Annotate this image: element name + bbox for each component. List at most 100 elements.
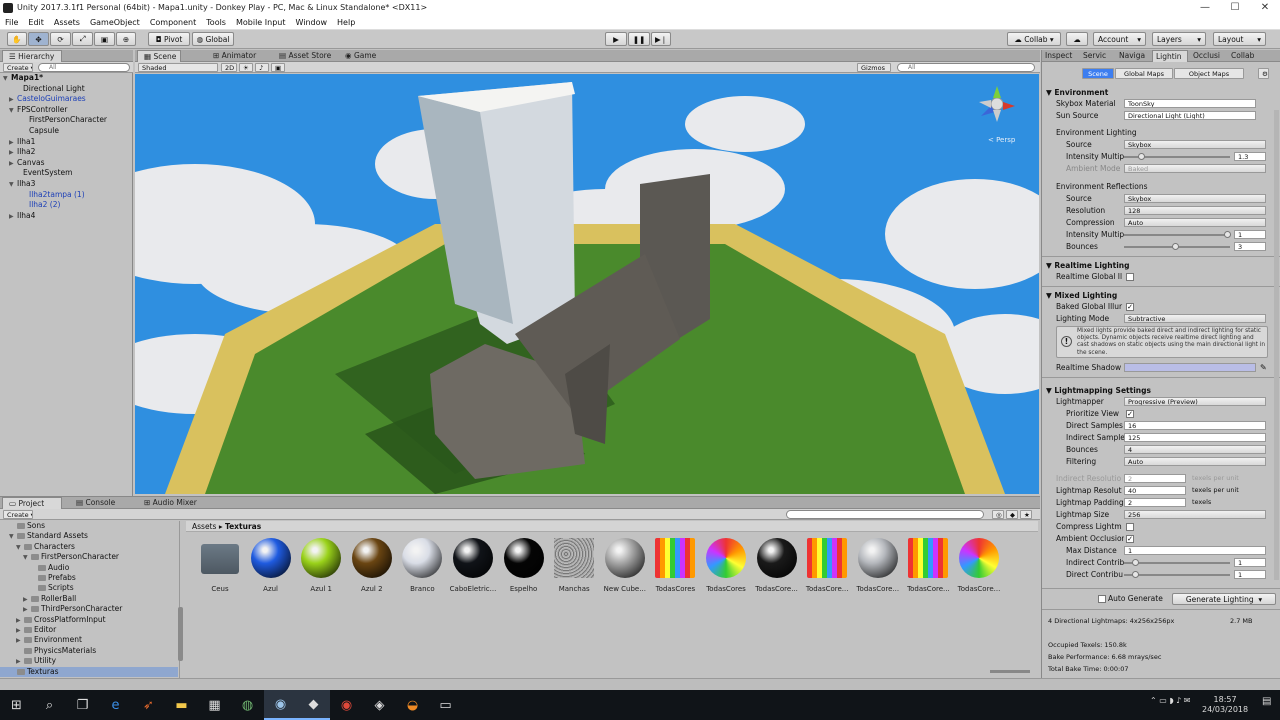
compress-lightmaps-checkbox[interactable] bbox=[1126, 522, 1134, 531]
hierarchy-item[interactable]: Capsule bbox=[0, 126, 133, 137]
task-view-icon[interactable]: ❐ bbox=[66, 690, 99, 720]
tab-lighting[interactable]: Lightin bbox=[1152, 50, 1188, 62]
asset-item[interactable]: Espelho bbox=[500, 538, 548, 593]
menu-gameobject[interactable]: GameObject bbox=[85, 18, 145, 27]
thumbnail-size-slider[interactable] bbox=[990, 670, 1030, 673]
menu-help[interactable]: Help bbox=[332, 18, 360, 27]
asset-item[interactable]: TodasCore... bbox=[955, 538, 1003, 593]
transform-tool-icon[interactable]: ⊕ bbox=[116, 32, 136, 46]
sun-source-field[interactable]: Directional Light (Light) bbox=[1124, 111, 1256, 120]
ambient-occlusion-checkbox[interactable]: ✓ bbox=[1126, 534, 1134, 543]
minimize-button[interactable]: — bbox=[1190, 2, 1220, 13]
subtab-scene[interactable]: Scene bbox=[1082, 68, 1114, 79]
indirect-resolution-field[interactable]: 2 bbox=[1124, 474, 1186, 483]
asset-item[interactable]: TodasCore... bbox=[753, 538, 801, 593]
subtab-object-maps[interactable]: Object Maps bbox=[1174, 68, 1244, 79]
asset-item[interactable]: Manchas bbox=[550, 538, 598, 593]
scale-tool-icon[interactable]: ⤢ bbox=[72, 32, 93, 46]
tab-scene[interactable]: ▦ Scene bbox=[137, 50, 181, 62]
hierarchy-item[interactable]: ▶ Ilha1 bbox=[0, 137, 133, 148]
asset-item[interactable]: Azul 2 bbox=[348, 538, 396, 593]
realtime-gi-checkbox[interactable] bbox=[1126, 272, 1134, 281]
direct-contribution-field[interactable]: 1 bbox=[1234, 570, 1266, 579]
project-folder-item[interactable]: ▶ Environment bbox=[0, 635, 178, 646]
sublime-icon[interactable]: ➶ bbox=[132, 690, 165, 720]
asset-item[interactable]: TodasCore... bbox=[803, 538, 851, 593]
inspector-scrollbar[interactable] bbox=[1274, 110, 1279, 580]
2d-toggle[interactable]: 2D bbox=[221, 63, 237, 72]
hand-tool-icon[interactable]: ✋ bbox=[7, 32, 27, 46]
pivot-toggle[interactable]: ◘ Pivot bbox=[148, 32, 190, 46]
tab-collab[interactable]: Collab bbox=[1228, 50, 1262, 62]
env-intensity-field[interactable]: 1.3 bbox=[1234, 152, 1266, 161]
tab-inspector[interactable]: Inspect bbox=[1042, 50, 1078, 62]
layers-dropdown[interactable]: Layers ▾ bbox=[1152, 32, 1206, 46]
slider-knob[interactable] bbox=[1138, 153, 1145, 160]
generate-lighting-button[interactable]: Generate Lighting ▾ bbox=[1172, 593, 1276, 605]
menu-edit[interactable]: Edit bbox=[23, 18, 49, 27]
scene-search-input[interactable]: All bbox=[897, 63, 1035, 72]
project-folder-item[interactable]: ▼ FirstPersonCharacter bbox=[0, 552, 178, 563]
eyedropper-icon[interactable]: ✎ bbox=[1260, 362, 1267, 373]
project-folder-item[interactable]: ▼ Standard Assets bbox=[0, 531, 178, 542]
hierarchy-item[interactable]: Directional Light bbox=[0, 84, 133, 95]
refl-intensity-field[interactable]: 1 bbox=[1234, 230, 1266, 239]
collapse-arrow-icon[interactable]: ▶ bbox=[9, 212, 17, 223]
auto-generate-checkbox[interactable] bbox=[1098, 595, 1106, 603]
search-icon[interactable]: ⌕ bbox=[33, 690, 66, 720]
skybox-material-field[interactable]: ToonSky bbox=[1124, 99, 1256, 108]
menu-window[interactable]: Window bbox=[290, 18, 332, 27]
gizmos-dropdown[interactable]: Gizmos bbox=[857, 63, 891, 72]
hierarchy-item[interactable]: ▶ CasteloGuimaraes bbox=[0, 94, 133, 105]
lightmap-resolution-field[interactable]: 40 bbox=[1124, 486, 1186, 495]
project-folder-item[interactable]: ▶ Utility bbox=[0, 656, 178, 667]
calculator-icon[interactable]: ▦ bbox=[198, 690, 231, 720]
indirect-samples-field[interactable]: 125 bbox=[1124, 433, 1266, 442]
terminal-icon[interactable]: ▭ bbox=[429, 690, 462, 720]
hierarchy-item[interactable]: FirstPersonCharacter bbox=[0, 115, 133, 126]
env-intensity-slider[interactable] bbox=[1124, 153, 1230, 160]
collab-dropdown[interactable]: ☁ Collab ▾ bbox=[1007, 32, 1061, 46]
orientation-gizmo-icon[interactable] bbox=[975, 84, 1019, 134]
asset-item[interactable]: New Cube... bbox=[601, 538, 649, 593]
globe-icon[interactable]: ◍ bbox=[231, 690, 264, 720]
asset-item[interactable]: TodasCore... bbox=[854, 538, 902, 593]
slider-knob[interactable] bbox=[1224, 231, 1231, 238]
rect-tool-icon[interactable]: ▣ bbox=[94, 32, 115, 46]
refl-bounces-field[interactable]: 3 bbox=[1234, 242, 1266, 251]
project-folder-item[interactable]: Prefabs bbox=[0, 573, 178, 584]
project-folder-item[interactable]: ▶ CrossPlatformInput bbox=[0, 615, 178, 626]
unity-hub-icon[interactable]: ◈ bbox=[363, 690, 396, 720]
project-folder-item[interactable]: PhysicsMaterials bbox=[0, 646, 178, 657]
ambient-mode-dropdown[interactable]: Baked bbox=[1124, 164, 1266, 173]
close-button[interactable]: ✕ bbox=[1250, 2, 1280, 13]
asset-item[interactable]: TodasCores bbox=[651, 538, 699, 593]
shading-mode-dropdown[interactable]: Shaded bbox=[138, 63, 218, 72]
hierarchy-item[interactable]: Ilha2 (2) bbox=[0, 200, 133, 211]
baked-gi-checkbox[interactable]: ✓ bbox=[1126, 302, 1134, 311]
hierarchy-item[interactable]: EventSystem bbox=[0, 168, 133, 179]
light-toggle-icon[interactable]: ☀ bbox=[239, 63, 253, 72]
project-folder-item[interactable]: ▶ Editor bbox=[0, 625, 178, 636]
hierarchy-item[interactable]: ▼ Ilha3 bbox=[0, 179, 133, 190]
tab-project[interactable]: ▭ Project bbox=[2, 497, 62, 509]
clock[interactable]: 18:57 24/03/2018 bbox=[1202, 695, 1248, 715]
indirect-contribution-field[interactable]: 1 bbox=[1234, 558, 1266, 567]
project-search-input[interactable] bbox=[786, 510, 984, 519]
filter-type-icon[interactable]: ◎ bbox=[992, 510, 1004, 519]
layout-dropdown[interactable]: Layout ▾ bbox=[1213, 32, 1266, 46]
project-folder-item[interactable]: ▶ RollerBall bbox=[0, 594, 178, 605]
tab-hierarchy[interactable]: ☰ Hierarchy bbox=[2, 50, 62, 62]
maximize-button[interactable]: ☐ bbox=[1220, 2, 1250, 13]
tab-services[interactable]: Servic bbox=[1080, 50, 1114, 62]
slider-knob[interactable] bbox=[1132, 571, 1139, 578]
project-folder-item[interactable]: ▶ ThirdPersonCharacter bbox=[0, 604, 178, 615]
lm-bounces-dropdown[interactable]: 4 bbox=[1124, 445, 1266, 454]
realtime-lighting-header[interactable]: ▼ Realtime Lighting bbox=[1046, 260, 1129, 271]
indirect-contribution-slider[interactable] bbox=[1124, 559, 1230, 566]
project-folder-item[interactable]: Audio bbox=[0, 563, 178, 574]
refl-compression-dropdown[interactable]: Auto bbox=[1124, 218, 1266, 227]
asset-item[interactable]: TodasCore... bbox=[904, 538, 952, 593]
perspective-label[interactable]: < Persp bbox=[988, 136, 1015, 144]
global-toggle[interactable]: ◍ Global bbox=[192, 32, 234, 46]
